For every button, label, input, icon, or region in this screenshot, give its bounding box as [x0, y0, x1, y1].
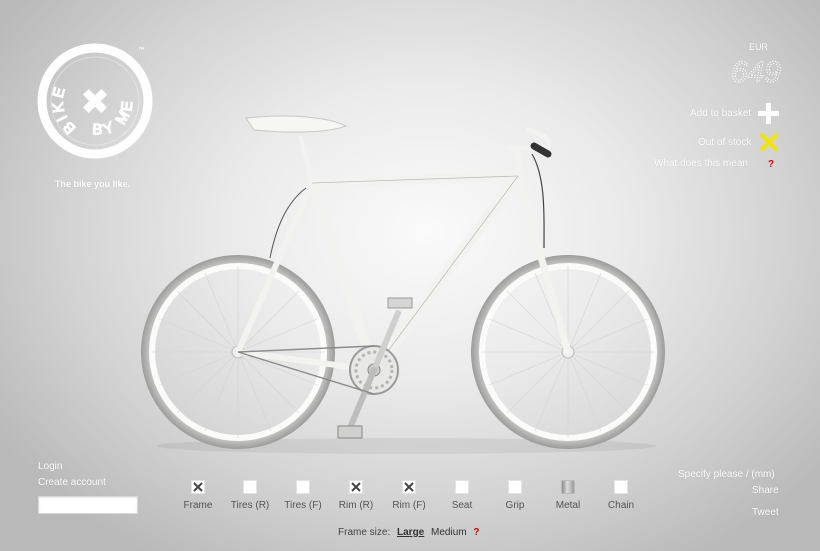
login-input[interactable]	[38, 496, 138, 514]
help-question-icon[interactable]: ?	[768, 159, 774, 170]
part-chain[interactable]: Chain	[591, 480, 651, 511]
add-to-basket-label[interactable]: Add to basket	[690, 108, 751, 119]
logo-cross-icon	[82, 88, 108, 114]
part-label: Tires (F)	[284, 500, 322, 511]
part-swatch-metal[interactable]	[561, 480, 575, 494]
part-seat[interactable]: Seat	[432, 480, 492, 511]
part-checkbox[interactable]	[508, 480, 522, 494]
frame-size-selector: Frame size: Large Medium ?	[338, 527, 480, 538]
part-label: Seat	[451, 500, 473, 511]
trademark-symbol: ™	[138, 47, 145, 54]
part-metal[interactable]: Metal	[538, 480, 598, 511]
tagline: The bike you like.	[55, 179, 131, 189]
plus-icon[interactable]	[758, 103, 779, 124]
part-label: Chain	[607, 500, 635, 511]
part-rim-front[interactable]: Rim (F)	[379, 480, 439, 511]
x-icon	[351, 482, 361, 492]
frame-size-option-large[interactable]: Large	[397, 527, 424, 538]
x-icon	[760, 133, 778, 151]
part-checkbox[interactable]	[349, 480, 363, 494]
part-tires-front[interactable]: Tires (F)	[273, 480, 333, 511]
part-rim-rear[interactable]: Rim (R)	[326, 480, 386, 511]
create-account-link[interactable]: Create account	[38, 477, 106, 488]
part-label: Rim (R)	[338, 500, 374, 511]
out-of-stock-label: Out of stock	[698, 137, 752, 148]
tweet-link[interactable]: Tweet	[752, 507, 779, 518]
x-icon	[193, 482, 203, 492]
price-currency: EUR	[749, 42, 769, 52]
price-display: 649	[730, 56, 781, 88]
part-label: Metal	[555, 500, 581, 511]
part-label: Grip	[505, 500, 525, 511]
frame-size-label: Frame size:	[338, 527, 391, 538]
part-checkbox[interactable]	[296, 480, 310, 494]
x-icon	[404, 482, 414, 492]
frame-size-help-icon[interactable]: ?	[473, 527, 479, 538]
part-tires-rear[interactable]: Tires (R)	[220, 480, 280, 511]
bike-seat	[245, 115, 348, 133]
frame-size-option-medium[interactable]: Medium	[431, 527, 467, 538]
price-amount: 649	[731, 56, 781, 87]
part-checkbox[interactable]	[614, 480, 628, 494]
login-link[interactable]: Login	[38, 461, 62, 472]
share-link[interactable]: Share	[752, 485, 779, 496]
part-label: Frame	[183, 500, 213, 511]
bike-image	[141, 115, 665, 454]
part-grip[interactable]: Grip	[485, 480, 545, 511]
part-checkbox[interactable]	[455, 480, 469, 494]
part-label: Tires (R)	[230, 500, 270, 511]
part-frame[interactable]: Frame	[168, 480, 228, 511]
part-label: Rim (F)	[392, 500, 426, 511]
part-checkbox[interactable]	[191, 480, 205, 494]
specify-dimensions-link[interactable]: Specify please / (mm)	[678, 469, 775, 480]
part-checkbox[interactable]	[243, 480, 257, 494]
part-checkbox[interactable]	[402, 480, 416, 494]
